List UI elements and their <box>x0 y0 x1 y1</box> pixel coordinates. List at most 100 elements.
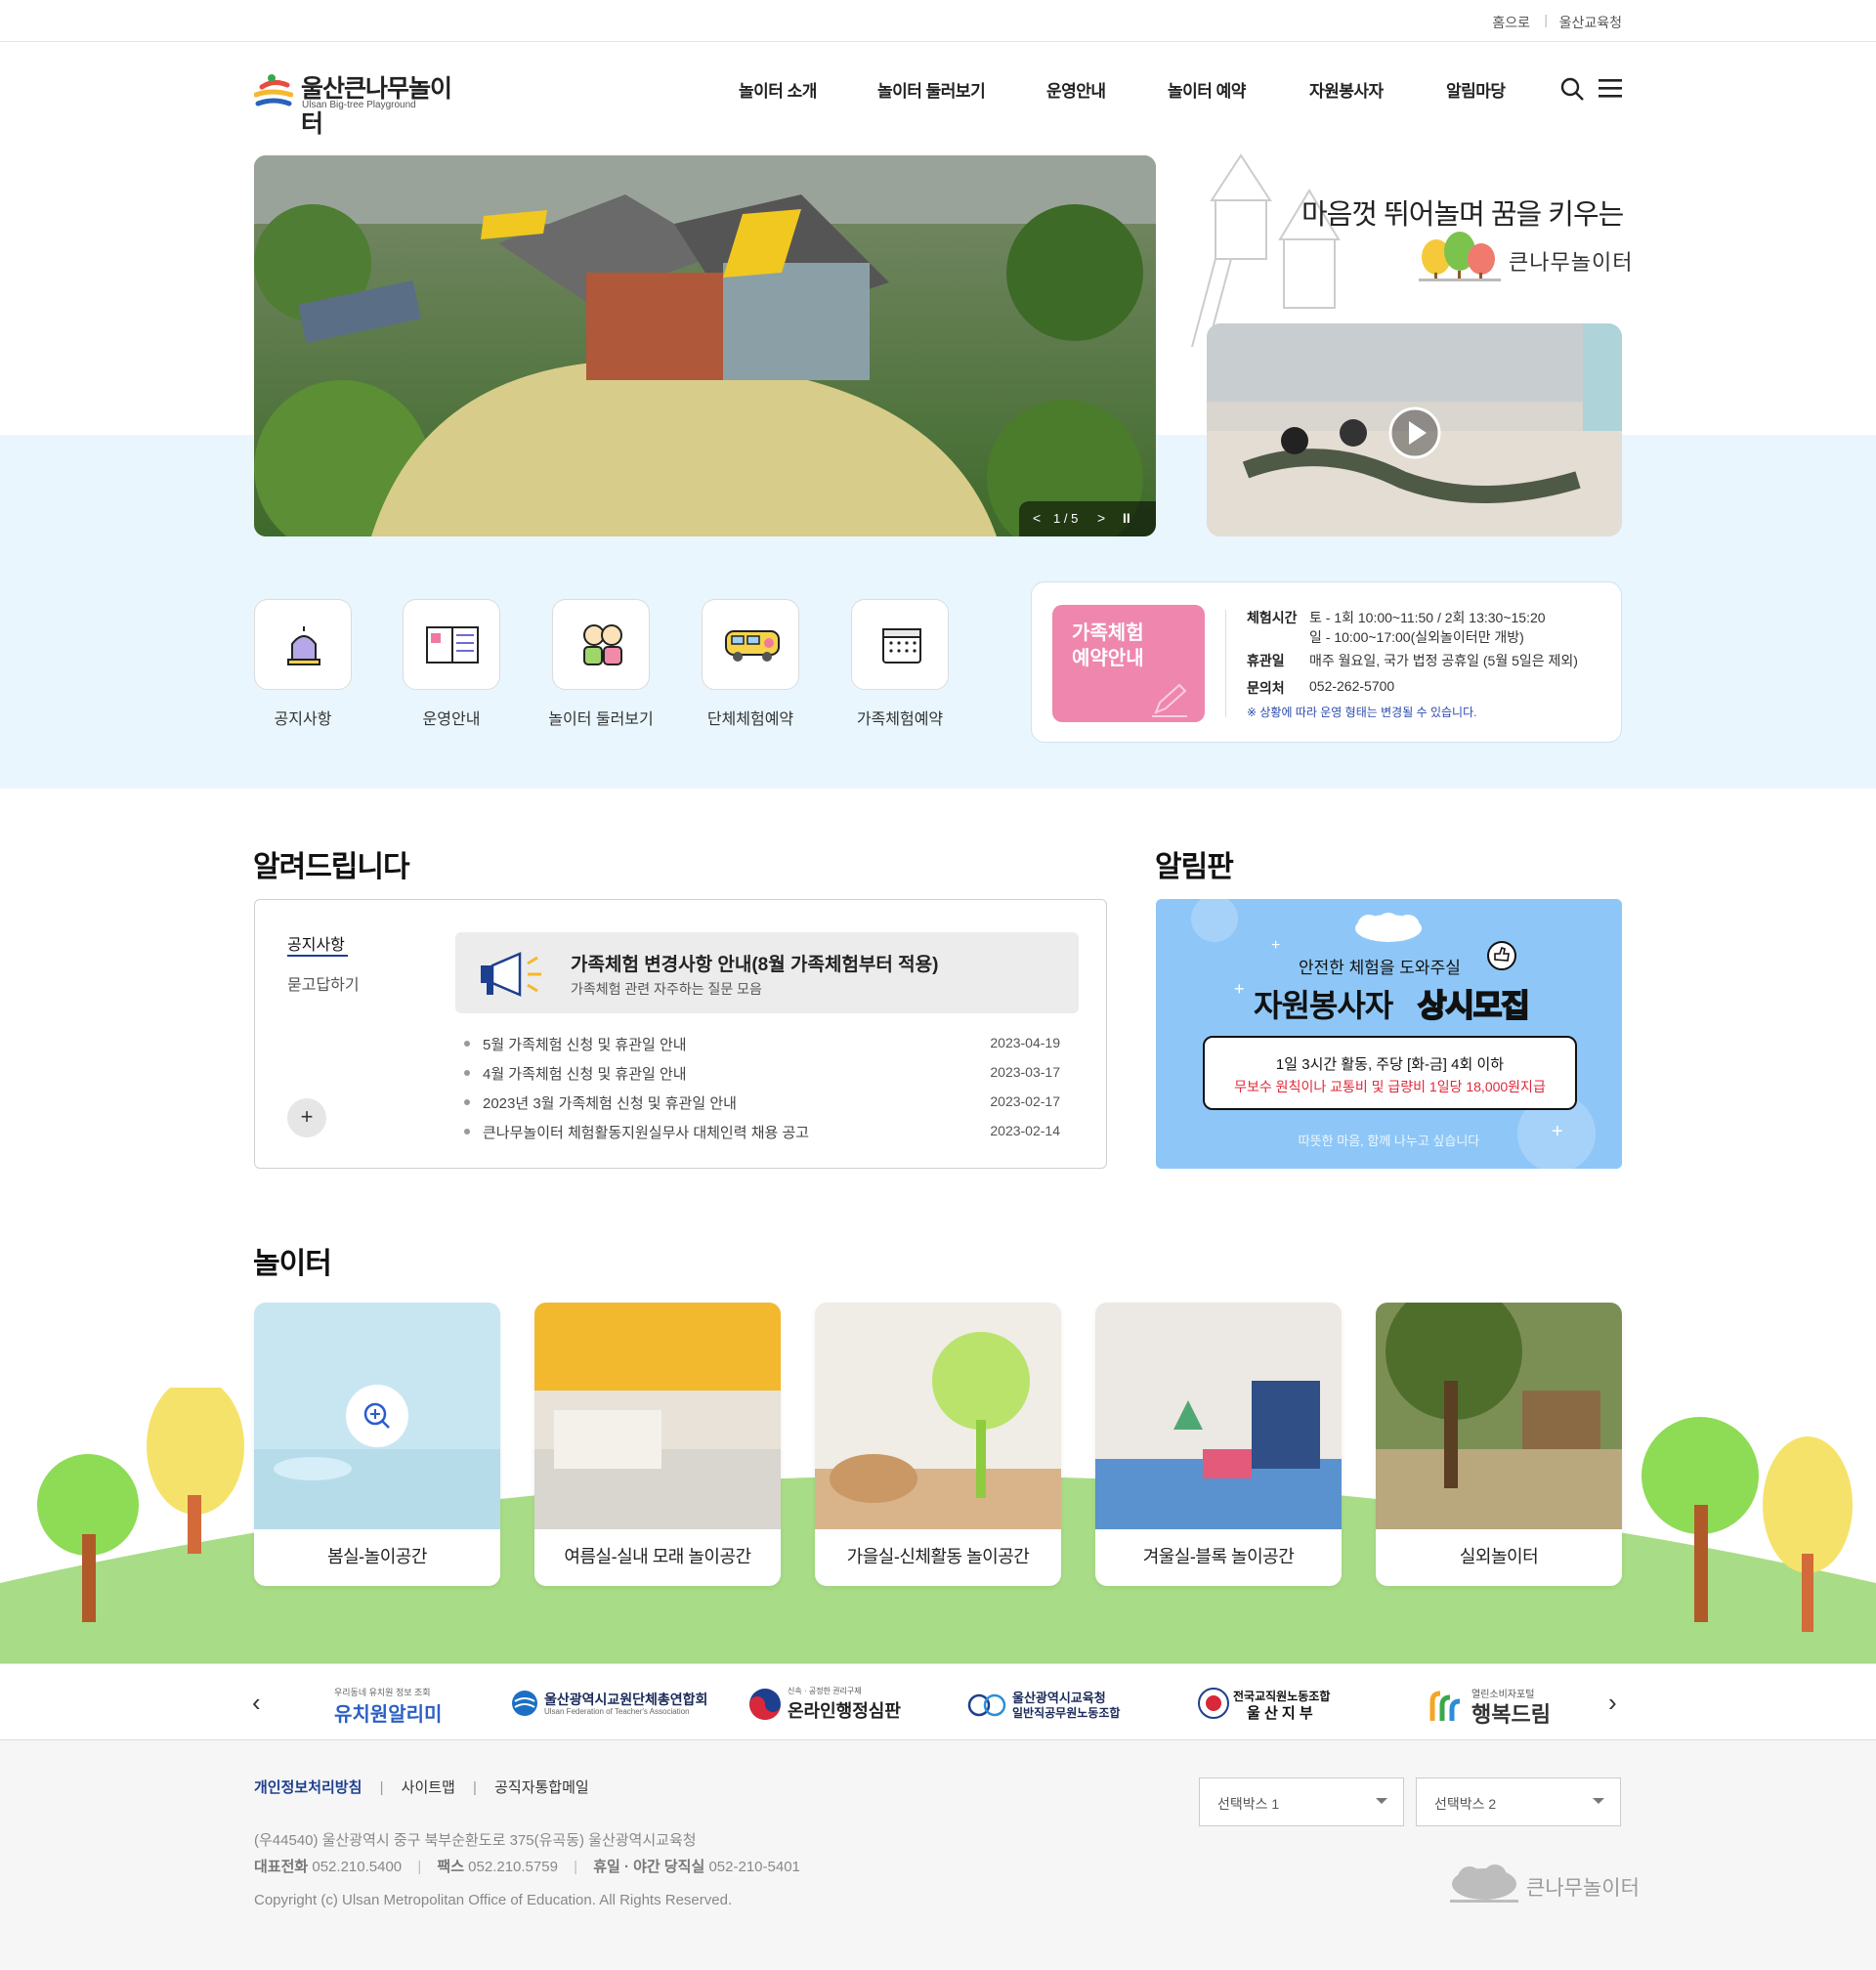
thumbs-up-icon <box>1487 941 1516 970</box>
notice-title: 4월 가족체험 신청 및 휴관일 안내 <box>483 1066 687 1083</box>
footer-tree-logo-icon <box>1450 1864 1518 1903</box>
quick-family-reservation-button[interactable] <box>851 599 949 690</box>
banner-line2a: 자원봉사자 <box>1254 988 1393 1023</box>
bus-icon <box>725 630 780 662</box>
notice-row[interactable]: 큰나무놀이터 체험활동지원실무사 대체인력 채용 공고 2023-02-14 <box>464 1122 1060 1141</box>
notice-date: 2023-02-14 <box>990 1123 1060 1138</box>
partner-name: 온라인행정심판 <box>788 1701 901 1721</box>
partner-name: 행복드림 <box>1471 1702 1551 1727</box>
footer-contacts: 대표전화 052.210.5400 | 팩스 052.210.5759 | 휴일… <box>254 1856 800 1876</box>
notice-title: 5월 가족체험 신청 및 휴관일 안내 <box>483 1037 687 1053</box>
quick-tour-label: 놀이터 둘러보기 <box>548 711 654 728</box>
play-card-winter[interactable]: 겨울실-블록 놀이공간 <box>1095 1303 1342 1586</box>
featured-notice[interactable]: 가족체험 변경사항 안내(8월 가족체험부터 적용) 가족체험 관련 자주하는 … <box>455 932 1079 1013</box>
menu-icon[interactable] <box>1597 76 1626 106</box>
tel-value: 052.210.5400 <box>312 1859 403 1875</box>
featured-notice-subtitle: 가족체험 관련 자주하는 질문 모음 <box>571 981 762 997</box>
search-icon[interactable] <box>1559 76 1589 106</box>
summer-room-image <box>534 1303 781 1529</box>
banner-box-line1: 1일 3시간 활동, 주당 [화-금] 4회 이하 <box>1275 1056 1505 1073</box>
quick-tour-button[interactable] <box>552 599 650 690</box>
sitemap-link[interactable]: 사이트맵 <box>402 1779 455 1796</box>
featured-notice-title: 가족체험 변경사항 안내(8월 가족체험부터 적용) <box>571 955 939 975</box>
zoom-icon[interactable] <box>346 1385 408 1447</box>
happy-dream-logo-icon <box>1429 1691 1461 1721</box>
play-card-caption: 가을실-신체활동 놀이공간 <box>846 1547 1030 1566</box>
next-slide-icon[interactable]: > <box>1097 510 1105 526</box>
tab-notice[interactable]: 공지사항 <box>287 931 345 955</box>
slider-controls: < 1 / 5 > II <box>1019 501 1156 536</box>
hero-slider[interactable]: < 1 / 5 > II <box>254 155 1156 536</box>
board-section-title: 알림판 <box>1155 851 1234 883</box>
nav-tour[interactable]: 놀이터 둘러보기 <box>877 77 986 102</box>
bullet-icon <box>464 1041 470 1047</box>
play-card-outdoor[interactable]: 실외놀이터 <box>1376 1303 1622 1586</box>
taegeuk-icon <box>749 1689 781 1720</box>
play-card-caption: 봄실-놀이공간 <box>327 1547 427 1566</box>
chevron-down-icon <box>1593 1798 1604 1804</box>
volunteer-banner[interactable]: + + + 안전한 체험을 도와주실 자원봉사자 상시모집 1일 3시간 활동,… <box>1156 899 1622 1169</box>
select2-value: 선택박스 2 <box>1434 1796 1497 1812</box>
site-logo[interactable]: 울산큰나무놀이터 Ulsan Big-tree Playground <box>254 65 469 138</box>
nav-intro[interactable]: 놀이터 소개 <box>739 77 817 102</box>
banner-footer-text: 따뜻한 마음, 함께 나누고 싶습니다 <box>1298 1134 1480 1148</box>
footer-address: (우44540) 울산광역시 중구 북부순환도로 375(유곡동) 울산광역시교… <box>254 1832 697 1849</box>
play-card-summer[interactable]: 여름실-실내 모래 놀이공간 <box>534 1303 781 1586</box>
quick-group-reservation-label: 단체체험예약 <box>706 711 794 728</box>
partner-kindergarten[interactable]: 우리동네 유치원 정보 조회 유치원알리미 <box>334 1686 442 1726</box>
official-mail-link[interactable]: 공직자통합메일 <box>494 1779 589 1796</box>
intro-video[interactable] <box>1207 323 1622 536</box>
ulsan-edu-link[interactable]: 울산교육청 <box>1559 13 1622 32</box>
partner-small-text: 우리동네 유치원 정보 조회 <box>334 1688 431 1697</box>
family-site-select-2[interactable]: 선택박스 2 <box>1416 1777 1621 1826</box>
quick-operation-button[interactable] <box>403 599 500 690</box>
autumn-room-image <box>815 1303 1061 1529</box>
info-contact-label: 문의처 <box>1247 680 1285 696</box>
fax-label: 팩스 <box>437 1859 464 1875</box>
info-time2: 일 - 10:00~17:00(실외놀이터만 개방) <box>1309 629 1524 645</box>
quick-group-reservation-button[interactable] <box>702 599 799 690</box>
partner-prev-icon[interactable]: ‹ <box>252 1688 261 1718</box>
privacy-policy-link[interactable]: 개인정보처리방침 <box>254 1779 362 1796</box>
play-card-caption: 실외놀이터 <box>1459 1547 1539 1566</box>
util-separator: | <box>1544 12 1548 27</box>
quick-operation-label: 운영안내 <box>422 711 481 728</box>
play-card-caption: 여름실-실내 모래 놀이공간 <box>564 1547 751 1566</box>
nav-operation[interactable]: 운영안내 <box>1046 77 1106 102</box>
footer-separator: | <box>417 1859 422 1875</box>
play-card-autumn[interactable]: 가을실-신체활동 놀이공간 <box>815 1303 1061 1586</box>
nav-notice-board[interactable]: 알림마당 <box>1446 77 1506 102</box>
logo-subtitle: Ulsan Big-tree Playground <box>302 100 416 110</box>
info-time1: 토 - 1회 10:00~11:50 / 2회 13:30~15:20 <box>1309 610 1546 625</box>
notice-date: 2023-03-17 <box>990 1064 1060 1080</box>
notice-box: 공지사항 묻고답하기 + 가족체험 변경사항 안내(8월 가족체험부터 적용) … <box>254 899 1107 1169</box>
more-button[interactable]: + <box>287 1098 326 1137</box>
play-icon[interactable] <box>1387 406 1442 460</box>
family-site-select-1[interactable]: 선택박스 1 <box>1199 1777 1404 1826</box>
nav-reservation[interactable]: 놀이터 예약 <box>1168 77 1246 102</box>
nav-volunteer[interactable]: 자원봉사자 <box>1309 77 1384 102</box>
reservation-info-badge[interactable]: 가족체험 예약안내 <box>1052 605 1205 722</box>
tab-qna[interactable]: 묻고답하기 <box>287 971 360 995</box>
quick-notice-button[interactable] <box>254 599 352 690</box>
notice-row[interactable]: 2023년 3월 가족체험 신청 및 휴관일 안내 2023-02-17 <box>464 1092 1060 1112</box>
play-card-spring[interactable]: 봄실-놀이공간 <box>254 1303 500 1586</box>
bullet-icon <box>464 1129 470 1135</box>
partner-next-icon[interactable]: › <box>1608 1688 1617 1718</box>
reservation-info-box: 가족체험 예약안내 체험시간 토 - 1회 10:00~11:50 / 2회 1… <box>1031 581 1622 743</box>
notice-row[interactable]: 4월 가족체험 신청 및 휴관일 안내 2023-03-17 <box>464 1063 1060 1083</box>
info-time-label: 체험시간 <box>1247 610 1298 625</box>
home-link[interactable]: 홈으로 <box>1492 13 1530 32</box>
playground-illustration-icon <box>1191 153 1341 347</box>
bullet-icon <box>464 1099 470 1105</box>
book-icon <box>426 626 479 664</box>
hero-image <box>254 155 1156 536</box>
notice-date: 2023-04-19 <box>990 1035 1060 1050</box>
notice-row[interactable]: 5월 가족체험 신청 및 휴관일 안내 2023-04-19 <box>464 1034 1060 1053</box>
play-card-caption: 겨울실-블록 놀이공간 <box>1142 1547 1295 1566</box>
svg-text:+: + <box>1234 979 1245 999</box>
logo-mark-icon <box>254 74 293 107</box>
prev-slide-icon[interactable]: < <box>1033 510 1041 526</box>
notice-date: 2023-02-17 <box>990 1093 1060 1109</box>
pause-icon[interactable]: II <box>1123 510 1130 526</box>
